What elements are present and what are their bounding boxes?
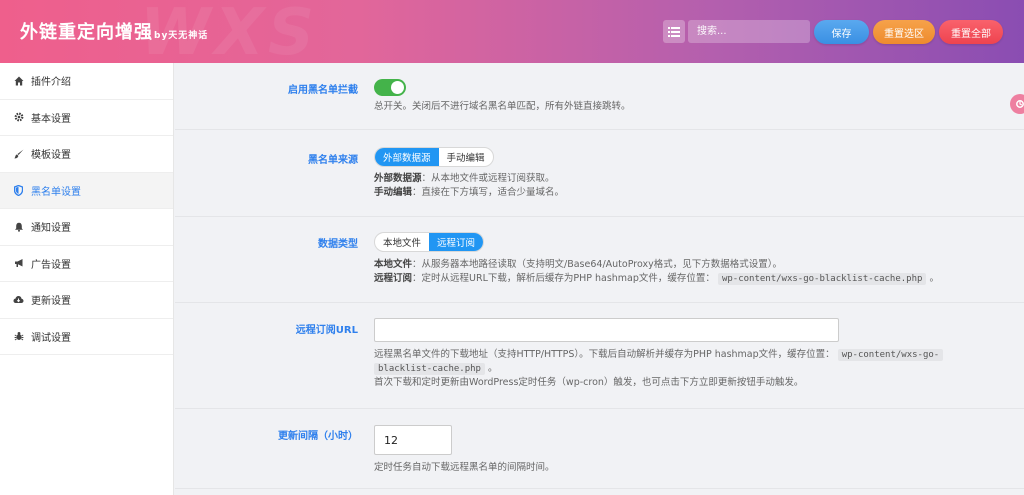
- list-menu-icon[interactable]: [663, 20, 685, 43]
- reset-section-button[interactable]: 重置选区: [873, 20, 935, 44]
- save-button[interactable]: 保存: [814, 20, 869, 44]
- sidebar-item-label: 插件介绍: [31, 77, 71, 89]
- source-segmented-control: 外部数据源 手动编辑: [374, 147, 494, 167]
- desc-text: 首次下载和定时更新由WordPress定时任务（wp-cron）触发，也可点击下…: [374, 377, 804, 388]
- desc-text: ：从本地文件或远程订阅获取。: [421, 173, 555, 184]
- gear-icon: [12, 111, 25, 123]
- search-input[interactable]: [688, 20, 810, 43]
- setting-row-interval: 更新间隔（小时） 12 定时任务自动下载远程黑名单的间隔时间。: [175, 409, 1024, 489]
- sidebar-item-label: 基本设置: [31, 113, 71, 125]
- reset-all-button[interactable]: 重置全部: [939, 20, 1003, 44]
- cloud-download-icon: [12, 294, 25, 306]
- setting-row-source: 黑名单来源 外部数据源 手动编辑 外部数据源：从本地文件或远程订阅获取。 手动编…: [175, 130, 1024, 217]
- setting-label: 黑名单来源: [308, 155, 358, 166]
- desc-text: ：从服务器本地路径读取（支持明文/Base64/AutoProxy格式，见下方数…: [412, 259, 782, 270]
- sidebar-item-label: 通知设置: [31, 223, 71, 235]
- setting-description: 总开关。关闭后不进行域名黑名单匹配，所有外链直接跳转。: [374, 101, 631, 112]
- setting-label: 数据类型: [318, 239, 358, 250]
- desc-text: 远程黑名单文件的下载地址（支持HTTP/HTTPS）。下载后自动解析并缓存为PH…: [374, 349, 835, 360]
- floating-tool-icon[interactable]: [1010, 94, 1024, 114]
- sidebar-item-label: 调试设置: [31, 332, 71, 344]
- setting-description: 远程黑名单文件的下载地址（支持HTTP/HTTPS）。下载后自动解析并缓存为PH…: [374, 348, 944, 390]
- app-title-text: 外链重定向增强: [20, 22, 153, 43]
- megaphone-icon: [12, 257, 25, 269]
- desc-keyword: 远程订阅: [374, 273, 413, 284]
- setting-row-enable: 启用黑名单拦截 总开关。关闭后不进行域名黑名单匹配，所有外链直接跳转。: [175, 63, 1024, 130]
- bug-icon: [12, 330, 25, 342]
- app-author: by天无神话: [154, 31, 209, 41]
- sidebar-item-label: 黑名单设置: [31, 186, 81, 198]
- data-type-option-local[interactable]: 本地文件: [375, 233, 429, 251]
- toggle-knob: [391, 81, 404, 94]
- desc-text: 。: [487, 363, 498, 374]
- sidebar-item-label: 广告设置: [31, 259, 71, 271]
- setting-description: 定时任务自动下载远程黑名单的间隔时间。: [374, 462, 555, 473]
- sidebar-item-label: 更新设置: [31, 296, 71, 308]
- home-icon: [12, 75, 25, 87]
- cache-path-code: blacklist-cache.php: [374, 363, 485, 375]
- setting-row-data-type: 数据类型 本地文件 远程订阅 本地文件：从服务器本地路径读取（支持明文/Base…: [175, 217, 1024, 303]
- sidebar-item-update[interactable]: 更新设置: [0, 282, 173, 319]
- settings-panel: 启用黑名单拦截 总开关。关闭后不进行域名黑名单匹配，所有外链直接跳转。 黑名单来…: [175, 63, 1024, 495]
- desc-text: 。: [929, 273, 939, 284]
- top-header: WXS 外链重定向增强by天无神话 保存 重置选区 重置全部: [0, 0, 1024, 63]
- setting-label: 更新间隔（小时）: [278, 431, 358, 442]
- bell-icon: [12, 221, 25, 233]
- setting-label: 启用黑名单拦截: [288, 85, 358, 96]
- shield-icon: [12, 184, 25, 196]
- sidebar-item-template[interactable]: 模板设置: [0, 136, 173, 173]
- remote-url-input[interactable]: [374, 318, 839, 342]
- update-interval-input[interactable]: 12: [374, 425, 452, 455]
- setting-label: 远程订阅URL: [295, 325, 358, 336]
- sidebar: 插件介绍 基本设置 模板设置 黑名单设置 通知设置 广告设置 更新设置 调试设置: [0, 63, 174, 495]
- cache-path-code: wp-content/wxs-go-: [837, 349, 944, 361]
- source-option-manual[interactable]: 手动编辑: [439, 148, 493, 166]
- enable-blacklist-toggle[interactable]: [374, 79, 406, 96]
- sidebar-item-basic[interactable]: 基本设置: [0, 100, 173, 136]
- desc-keyword: 本地文件: [374, 259, 413, 270]
- sidebar-item-label: 模板设置: [31, 150, 71, 162]
- brush-icon: [12, 148, 25, 160]
- sidebar-item-intro[interactable]: 插件介绍: [0, 63, 173, 100]
- desc-text: ：直接在下方填写，适合少量域名。: [412, 187, 565, 198]
- sidebar-item-blacklist[interactable]: 黑名单设置: [0, 172, 173, 209]
- sidebar-item-ads[interactable]: 广告设置: [0, 246, 173, 282]
- desc-text: ：定时从远程URL下载，解析后缓存为PHP hashmap文件，缓存位置：: [412, 273, 715, 284]
- setting-description: 外部数据源：从本地文件或远程订阅获取。 手动编辑：直接在下方填写，适合少量域名。: [374, 172, 564, 200]
- setting-row-remote-url: 远程订阅URL 远程黑名单文件的下载地址（支持HTTP/HTTPS）。下载后自动…: [175, 303, 1024, 409]
- desc-keyword: 手动编辑: [374, 187, 413, 198]
- desc-keyword: 外部数据源: [374, 173, 422, 184]
- data-type-option-remote[interactable]: 远程订阅: [429, 233, 484, 251]
- cache-path-code: wp-content/wxs-go-blacklist-cache.php: [717, 273, 927, 285]
- setting-description: 本地文件：从服务器本地路径读取（支持明文/Base64/AutoProxy格式，…: [374, 258, 939, 286]
- app-title: 外链重定向增强by天无神话: [20, 18, 208, 44]
- sidebar-item-notify[interactable]: 通知设置: [0, 209, 173, 246]
- data-type-segmented-control: 本地文件 远程订阅: [374, 232, 485, 252]
- source-option-external[interactable]: 外部数据源: [375, 148, 439, 166]
- sidebar-item-debug[interactable]: 调试设置: [0, 319, 173, 355]
